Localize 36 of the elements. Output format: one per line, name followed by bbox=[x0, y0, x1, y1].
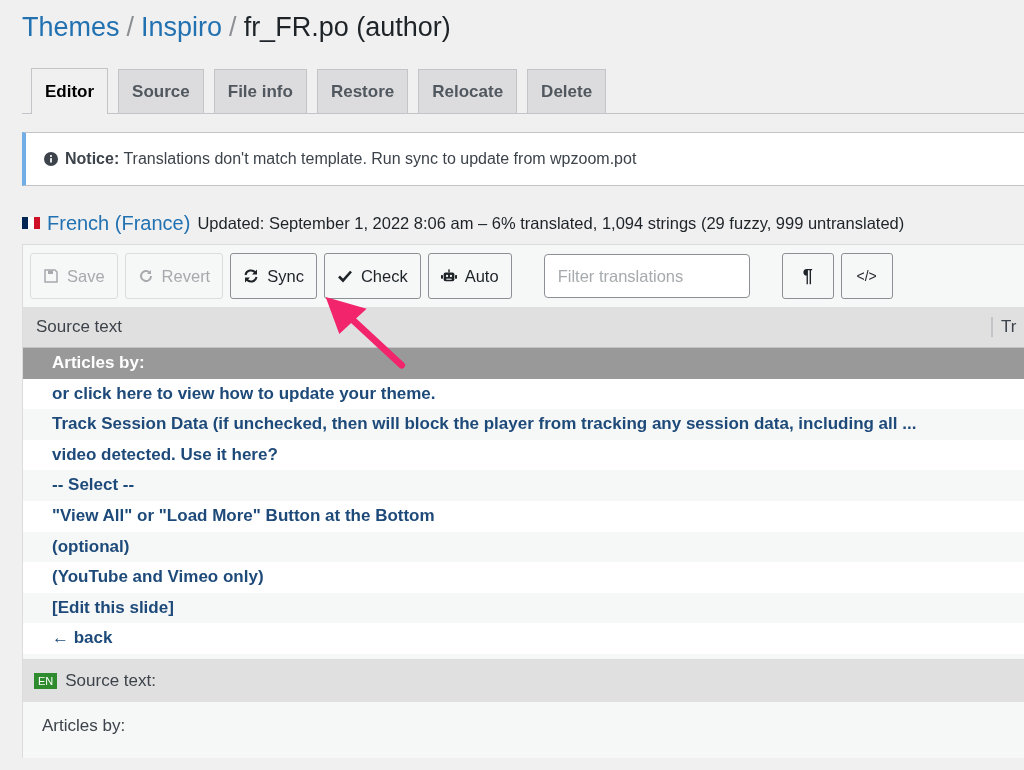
flag-icon bbox=[22, 217, 40, 229]
checkmark-icon bbox=[336, 268, 353, 284]
tab[interactable]: Editor bbox=[31, 68, 109, 114]
string-row[interactable]: (YouTube and Vimeo only) bbox=[23, 562, 1024, 593]
breadcrumb-separator: / bbox=[126, 12, 135, 43]
breadcrumb-link[interactable]: Inspiro bbox=[141, 12, 223, 43]
source-text: Articles by: bbox=[42, 715, 126, 735]
notice-text: Notice: Translations don't match template. Run sync to update from wpzoom.pot bbox=[65, 150, 637, 168]
breadcrumb-link[interactable]: Themes bbox=[22, 12, 120, 43]
string-row[interactable]: or click here to view how to update your theme. bbox=[23, 378, 1024, 410]
tab[interactable]: Delete bbox=[527, 69, 607, 113]
string-row[interactable]: "View All" or "Load More" Button at the Bottom bbox=[23, 500, 1024, 532]
code-view-button[interactable]: </> bbox=[840, 253, 893, 299]
translation-stats: Updated: September 1, 2022 8:06 am – 6% translated, 1,094 strings (29 fuzzy, 999 untranslated) bbox=[197, 213, 905, 233]
breadcrumb-separator: / bbox=[229, 12, 237, 43]
column-header: Tr bbox=[991, 317, 1023, 337]
info-icon bbox=[44, 152, 58, 166]
tab[interactable]: Source bbox=[118, 69, 204, 113]
check-button[interactable]: Check bbox=[323, 253, 421, 299]
page-title: fr_FR.po (author) bbox=[243, 12, 451, 43]
filter-field[interactable]: Filter translations bbox=[543, 254, 750, 298]
language-badge: EN bbox=[34, 672, 58, 689]
string-row[interactable]: ← back bbox=[23, 623, 1024, 654]
column-header: Source text bbox=[36, 317, 122, 337]
language-link[interactable]: French (France) bbox=[47, 211, 191, 235]
pilcrow-button[interactable]: ¶ bbox=[781, 253, 834, 299]
tab[interactable]: Relocate bbox=[418, 69, 518, 113]
robot-icon bbox=[440, 268, 457, 284]
string-row[interactable]: video detected. Use it here? bbox=[23, 439, 1024, 471]
tab[interactable]: Restore bbox=[316, 69, 409, 113]
sync-icon bbox=[243, 268, 260, 284]
auto-button[interactable]: Auto bbox=[427, 253, 512, 299]
tab[interactable]: File info bbox=[213, 69, 307, 113]
revert-icon bbox=[137, 268, 154, 284]
sync-button[interactable]: Sync bbox=[230, 253, 317, 299]
pane-label: Source text: bbox=[65, 670, 156, 691]
